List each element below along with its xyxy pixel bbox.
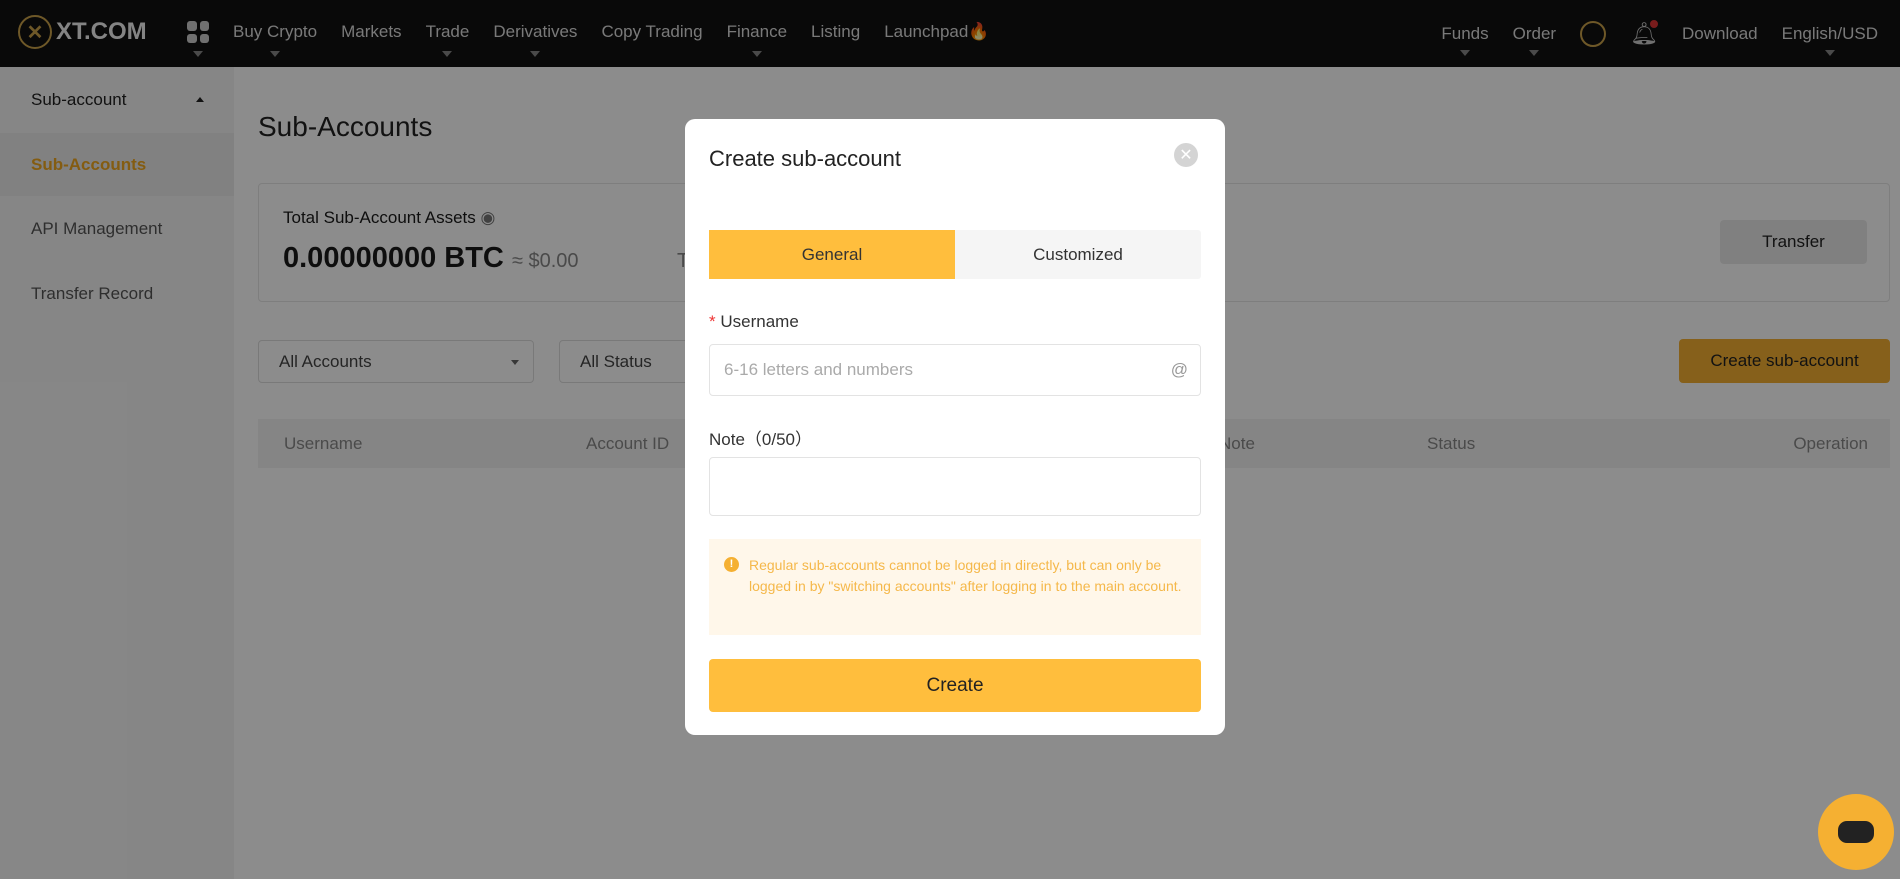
create-button[interactable]: Create (709, 659, 1201, 712)
warning-icon: ! (724, 557, 739, 572)
note-label: Note（0/50） (709, 430, 812, 449)
username-label: * Username (709, 312, 799, 331)
create-sub-account-modal: Create sub-account ✕ General Customized … (685, 119, 1225, 735)
notice-box: ! Regular sub-accounts cannot be logged i… (709, 539, 1201, 635)
username-input[interactable]: 6-16 letters and numbers @ (709, 344, 1201, 396)
chat-icon (1838, 821, 1874, 843)
tab-customized[interactable]: Customized (955, 230, 1201, 279)
note-textarea[interactable] (709, 457, 1201, 516)
chat-support-button[interactable] (1818, 794, 1894, 870)
modal-title: Create sub-account (709, 146, 901, 171)
account-type-tabs: General Customized (709, 230, 1201, 279)
close-icon[interactable]: ✕ (1174, 143, 1198, 167)
tab-general[interactable]: General (709, 230, 955, 279)
